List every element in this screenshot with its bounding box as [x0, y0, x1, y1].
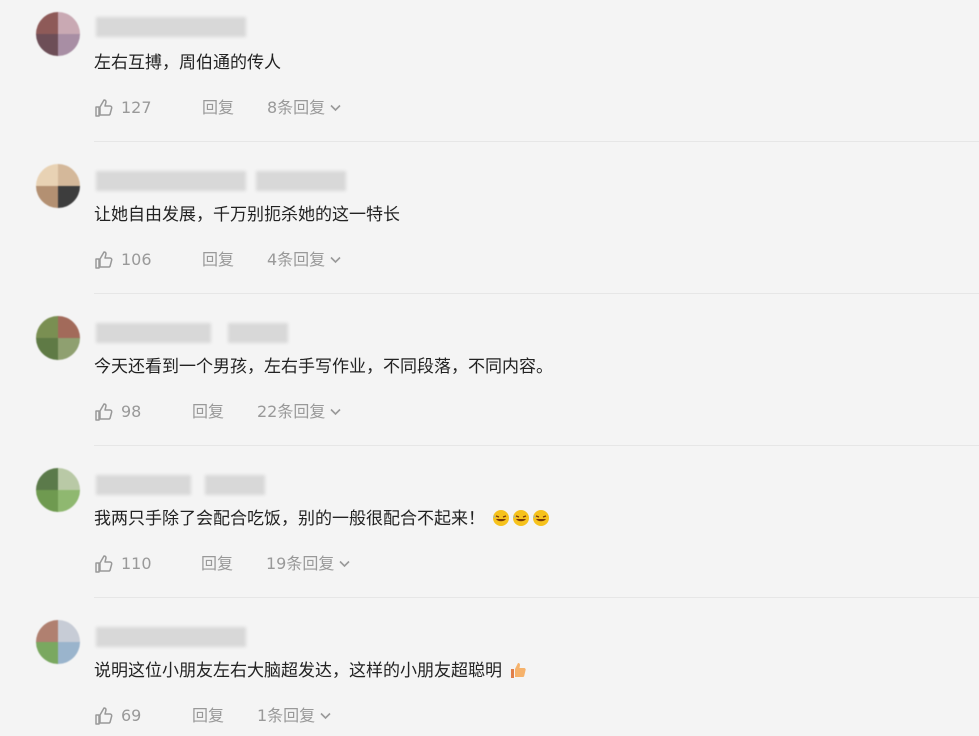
- replies-count-label: 19条回复: [266, 554, 335, 573]
- thumbs-up-icon: [95, 555, 113, 573]
- like-count: 127: [121, 98, 152, 117]
- username-blurred[interactable]: [256, 171, 346, 191]
- like-count: 106: [121, 250, 152, 269]
- view-replies-button[interactable]: 1条回复: [257, 705, 331, 727]
- username-blurred[interactable]: [205, 475, 265, 495]
- chevron-down-icon: [320, 712, 331, 720]
- chevron-down-icon: [330, 408, 341, 416]
- view-replies-button[interactable]: 8条回复: [267, 97, 341, 119]
- comment-text: 我两只手除了会配合吃饭，别的一般很配合不起来！: [94, 508, 550, 530]
- chevron-down-icon: [339, 560, 350, 568]
- username-blurred[interactable]: [96, 17, 246, 37]
- divider: [94, 141, 979, 142]
- thumbs-up-icon: [95, 707, 113, 725]
- like-button[interactable]: 69: [94, 705, 141, 727]
- comment-text: 说明这位小朋友左右大脑超发达，这样的小朋友超聪明: [94, 660, 527, 682]
- divider: [94, 293, 979, 294]
- reply-button[interactable]: 回复: [192, 401, 224, 423]
- thumbs-up-icon: [95, 403, 113, 421]
- like-button[interactable]: 110: [94, 553, 152, 575]
- like-button[interactable]: 106: [94, 249, 152, 271]
- username-blurred[interactable]: [96, 627, 246, 647]
- reply-button[interactable]: 回复: [192, 705, 224, 727]
- like-button[interactable]: 127: [94, 97, 152, 119]
- avatar[interactable]: [36, 468, 80, 512]
- comment-text: 左右互搏，周伯通的传人: [94, 53, 281, 73]
- rofl-emoji: [493, 510, 510, 526]
- like-count: 98: [121, 402, 142, 421]
- divider: [94, 597, 979, 598]
- like-count: 69: [121, 706, 142, 725]
- rofl-emoji: [533, 510, 550, 526]
- comment-text-body: 我两只手除了会配合吃饭，别的一般很配合不起来！: [94, 509, 485, 529]
- chevron-down-icon: [330, 256, 341, 264]
- reply-button[interactable]: 回复: [202, 249, 234, 271]
- avatar[interactable]: [36, 12, 80, 56]
- view-replies-button[interactable]: 4条回复: [267, 249, 341, 271]
- thumbs-up-emoji: [511, 663, 527, 678]
- thumbs-up-icon: [95, 99, 113, 117]
- replies-count-label: 1条回复: [257, 706, 316, 725]
- rofl-emoji: [513, 510, 530, 526]
- like-button[interactable]: 98: [94, 401, 141, 423]
- avatar[interactable]: [36, 164, 80, 208]
- comment-text-body: 说明这位小朋友左右大脑超发达，这样的小朋友超聪明: [94, 661, 502, 681]
- like-count: 110: [121, 554, 152, 573]
- username-blurred[interactable]: [96, 323, 211, 343]
- reply-button[interactable]: 回复: [202, 97, 234, 119]
- view-replies-button[interactable]: 19条回复: [266, 553, 350, 575]
- reply-button[interactable]: 回复: [201, 553, 233, 575]
- divider: [94, 445, 979, 446]
- username-blurred[interactable]: [96, 475, 191, 495]
- username-blurred[interactable]: [228, 323, 288, 343]
- replies-count-label: 4条回复: [267, 250, 326, 269]
- replies-count-label: 22条回复: [257, 402, 326, 421]
- username-blurred[interactable]: [96, 171, 246, 191]
- replies-count-label: 8条回复: [267, 98, 326, 117]
- avatar[interactable]: [36, 620, 80, 664]
- view-replies-button[interactable]: 22条回复: [257, 401, 341, 423]
- comment-text: 今天还看到一个男孩，左右手写作业，不同段落，不同内容。: [94, 357, 553, 377]
- comment-text: 让她自由发展，千万别扼杀她的这一特长: [94, 205, 400, 225]
- chevron-down-icon: [330, 104, 341, 112]
- thumbs-up-icon: [95, 251, 113, 269]
- avatar[interactable]: [36, 316, 80, 360]
